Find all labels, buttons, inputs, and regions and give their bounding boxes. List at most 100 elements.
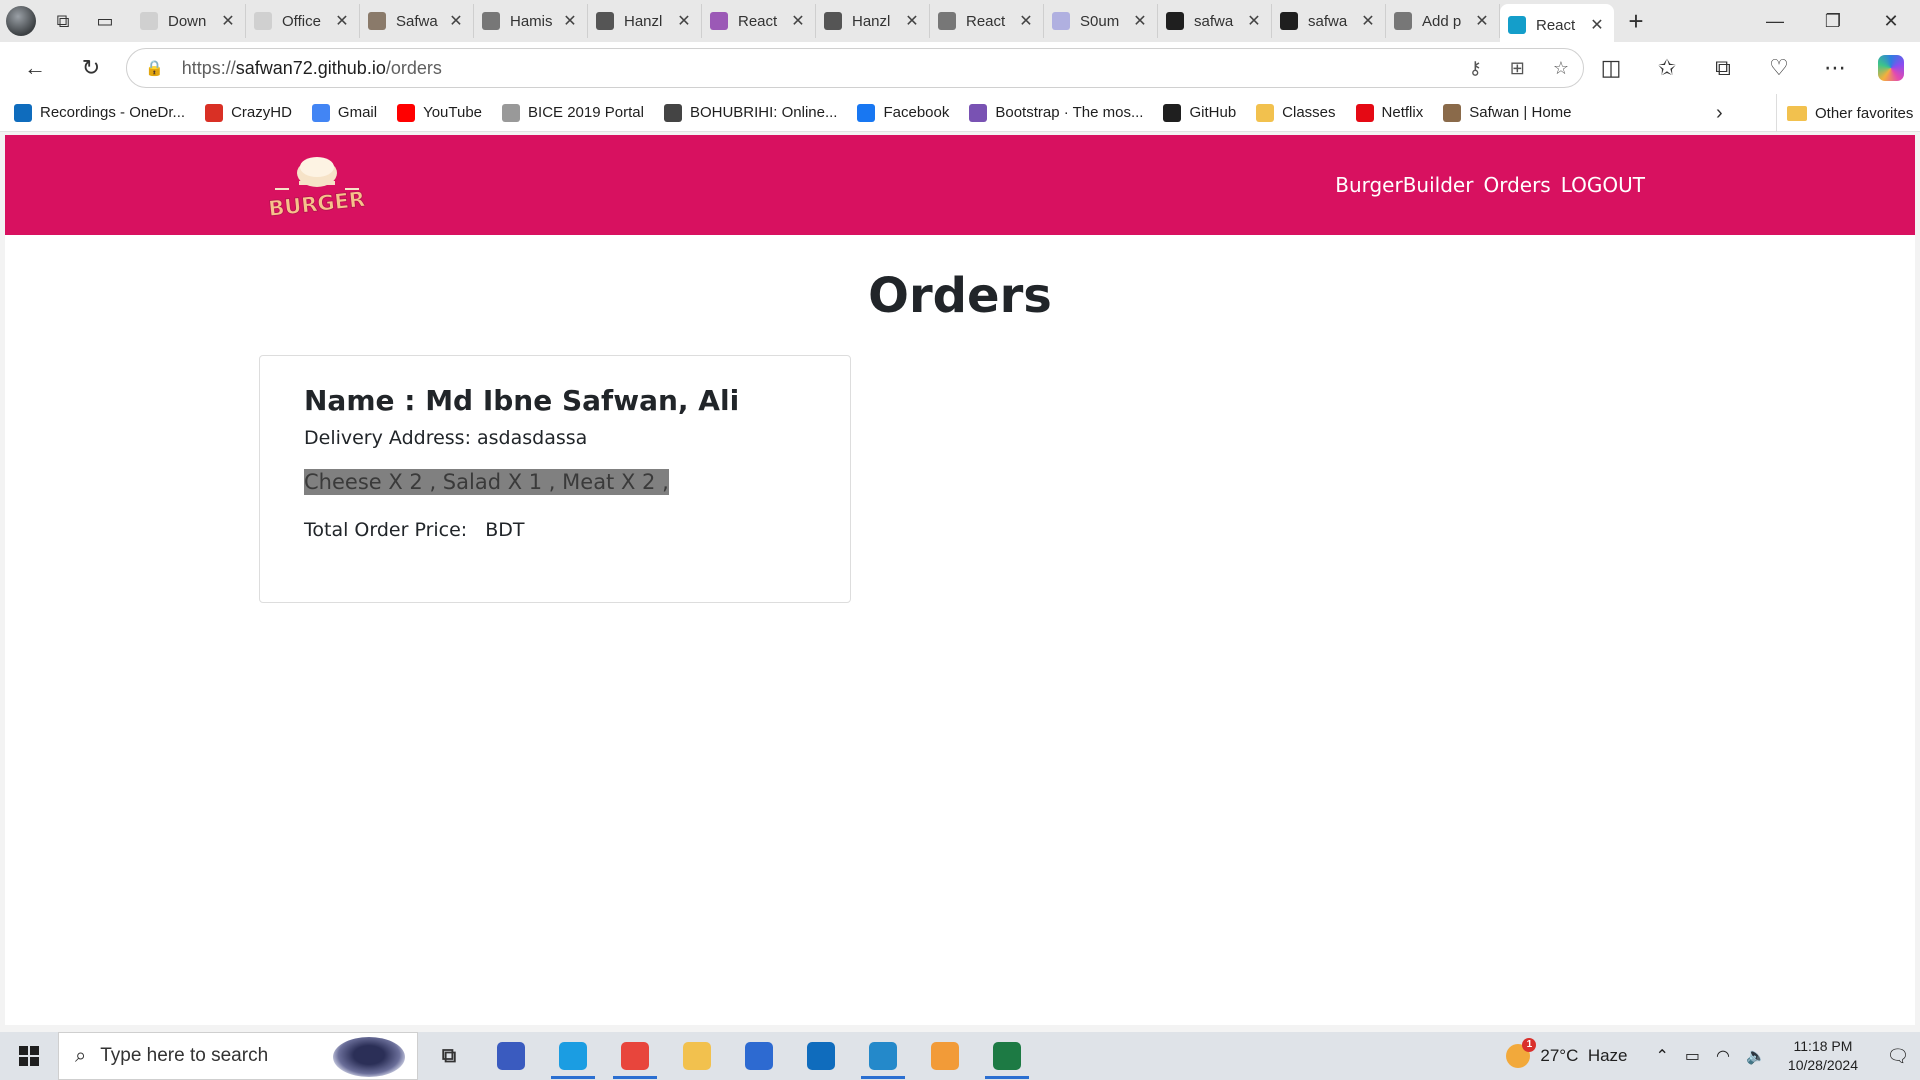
close-icon[interactable]: ✕ [561,11,579,31]
bookmark-item[interactable]: Bootstrap · The mos... [969,103,1143,122]
browser-tab[interactable]: Down ✕ [132,4,246,38]
browser-tab[interactable]: React ✕ [702,4,816,38]
tab-title: React [1536,16,1576,34]
close-icon[interactable]: ✕ [903,11,921,31]
close-icon[interactable]: ✕ [1588,15,1606,35]
taskbar-app[interactable] [604,1032,666,1080]
task-view-icon: ⧉ [435,1042,463,1070]
weather-alert-badge: 1 [1522,1038,1537,1052]
close-window-button[interactable]: ✕ [1862,0,1920,42]
bookmark-item[interactable]: BOHUBRIHI: Online... [663,103,837,122]
close-icon[interactable]: ✕ [1473,11,1491,31]
other-favorites-folder[interactable]: Other favorites [1776,94,1913,132]
battery-icon[interactable]: ▭ [1685,1046,1700,1066]
taskbar-app[interactable] [852,1032,914,1080]
profile-avatar[interactable] [0,0,42,42]
nav-orders-link[interactable]: Orders [1483,173,1550,197]
chevron-right-icon[interactable]: › [1716,94,1723,132]
browser-tab[interactable]: safwa ✕ [1272,4,1386,38]
apps-icon[interactable]: ⊞ [1510,58,1525,79]
bookmark-item[interactable]: Facebook [857,103,949,122]
taskbar-app[interactable] [542,1032,604,1080]
close-icon[interactable]: ✕ [789,11,807,31]
order-total-currency: BDT [485,519,525,541]
taskbar-app[interactable] [914,1032,976,1080]
taskbar-app[interactable] [666,1032,728,1080]
bookmark-item[interactable]: Classes [1256,103,1336,122]
bookmark-item[interactable]: Safwan | Home [1443,103,1572,122]
taskbar-app[interactable] [728,1032,790,1080]
close-icon[interactable]: ✕ [1131,11,1149,31]
minimize-button[interactable]: — [1746,0,1804,42]
browser-tab[interactable]: safwa ✕ [1158,4,1272,38]
workspaces-icon[interactable]: ⧉ [42,0,84,42]
reload-button[interactable]: ↻ [68,48,114,88]
bookmark-item[interactable]: CrazyHD [205,103,292,122]
volume-icon[interactable]: 🔈 [1746,1046,1766,1066]
github-icon [1166,12,1184,30]
close-icon[interactable]: ✕ [1245,11,1263,31]
close-icon[interactable]: ✕ [1359,11,1377,31]
browser-tab[interactable]: Hamis ✕ [474,4,588,38]
taskbar-search-box[interactable]: ⌕ Type here to search [58,1032,418,1080]
copilot-icon[interactable] [1868,48,1914,88]
password-key-icon[interactable]: ⚷ [1469,58,1482,79]
notification-center-icon[interactable]: 🗨 [1876,1046,1920,1067]
browser-tab[interactable]: Add p ✕ [1386,4,1500,38]
page-icon [1394,12,1412,30]
bookmark-item[interactable]: Recordings - OneDr... [14,103,185,122]
classroom-icon [1256,103,1275,122]
order-ingredients: Cheese X 2 , Salad X 1 , Meat X 2 , [304,469,669,495]
collections-icon[interactable]: ⧉ [1700,48,1746,88]
wifi-icon[interactable]: ◠ [1716,1046,1730,1066]
browser-essentials-icon[interactable]: ♡ [1756,48,1802,88]
windows-taskbar: ⌕ Type here to search ⧉ 1 27°C Haze ⌃ ▭ … [0,1032,1920,1080]
taskbar-app[interactable] [480,1032,542,1080]
restore-button[interactable]: ❐ [1804,0,1862,42]
tab-title: Hamis [510,12,553,30]
browser-tab[interactable]: S0um ✕ [1044,4,1158,38]
new-tab-button[interactable]: + [1614,6,1658,37]
browser-tab[interactable]: Hanzl ✕ [588,4,702,38]
nav-logout-link[interactable]: LOGOUT [1561,173,1645,197]
clock-time: 11:18 PM [1793,1038,1853,1054]
close-icon[interactable]: ✕ [675,11,693,31]
taskbar-app[interactable]: ⧉ [418,1032,480,1080]
start-button[interactable] [0,1032,58,1080]
browser-tab[interactable]: Safwa ✕ [360,4,474,38]
burger-logo[interactable]: BURGER [269,151,365,219]
close-icon[interactable]: ✕ [1017,11,1035,31]
more-menu-icon[interactable]: ⋯ [1812,48,1858,88]
browser-tab[interactable]: React ✕ [1500,4,1614,46]
address-bar[interactable]: 🔒 https://safwan72.github.io/orders ⚷ ⊞ … [126,48,1584,88]
taskbar-clock[interactable]: 11:18 PM 10/28/2024 [1788,1037,1858,1075]
tab-actions-icon[interactable]: ▭ [84,0,126,42]
nav-burger-builder-link[interactable]: BurgerBuilder [1335,173,1473,197]
browser-tab[interactable]: React ✕ [930,4,1044,38]
bookmark-item[interactable]: GitHub [1163,103,1236,122]
taskbar-app[interactable] [976,1032,1038,1080]
code-icon [824,12,842,30]
browser-tab[interactable]: Hanzl ✕ [816,4,930,38]
favorite-star-icon[interactable]: ☆ [1553,58,1569,79]
back-button[interactable]: ← [12,48,58,88]
bootstrap-icon [969,103,988,122]
bookmark-item[interactable]: Netflix [1355,103,1423,122]
weather-widget[interactable]: 1 27°C Haze [1506,1038,1628,1068]
bookmark-label: YouTube [423,104,483,121]
bookmark-item[interactable]: YouTube [397,103,483,122]
page-viewport: BURGER BurgerBuilder Orders LOGOUT Order… [5,135,1915,1025]
chevron-up-icon[interactable]: ⌃ [1656,1046,1669,1066]
browser-tab[interactable]: Office ✕ [246,4,360,38]
lock-icon[interactable]: 🔒 [145,59,164,77]
search-highlight-image[interactable] [333,1037,405,1077]
bookmark-item[interactable]: BICE 2019 Portal [502,103,644,122]
microsoft-store-icon [745,1042,773,1070]
bookmark-item[interactable]: Gmail [311,103,377,122]
split-screen-icon[interactable]: ◫ [1588,48,1634,88]
close-icon[interactable]: ✕ [447,11,465,31]
taskbar-app[interactable] [790,1032,852,1080]
close-icon[interactable]: ✕ [219,11,237,31]
close-icon[interactable]: ✕ [333,11,351,31]
favorites-icon[interactable]: ✩ [1644,48,1690,88]
